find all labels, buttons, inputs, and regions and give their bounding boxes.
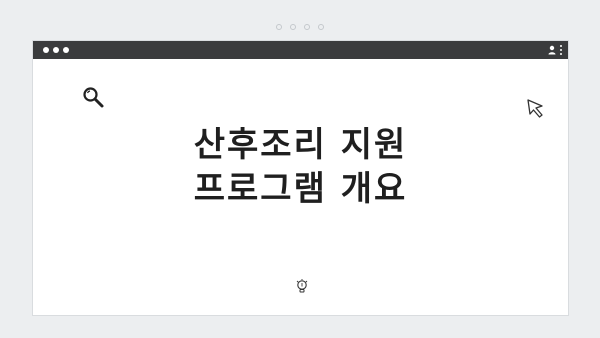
title-line-1: 산후조리 지원 [193,125,408,165]
title-line-2: 프로그램 개요 [193,169,408,209]
pager-dot[interactable] [304,24,310,30]
maximize-button[interactable] [63,47,69,53]
pager-dot[interactable] [276,24,282,30]
user-icon[interactable] [548,45,556,55]
pager-dots [0,24,600,30]
minimize-button[interactable] [53,47,59,53]
cursor-icon [527,99,543,118]
page-title: 산후조리 지원 프로그램 개요 [33,123,568,211]
close-button[interactable] [43,47,49,53]
titlebar-actions [548,44,562,55]
search-icon [83,87,104,108]
window-controls [43,47,69,53]
pager-dot[interactable] [290,24,296,30]
window-titlebar [33,41,568,59]
browser-window: 산후조리 지원 프로그램 개요 [32,40,569,316]
pager-dot[interactable] [318,24,324,30]
kebab-menu-icon[interactable] [560,44,562,55]
lightbulb-icon [296,279,308,293]
